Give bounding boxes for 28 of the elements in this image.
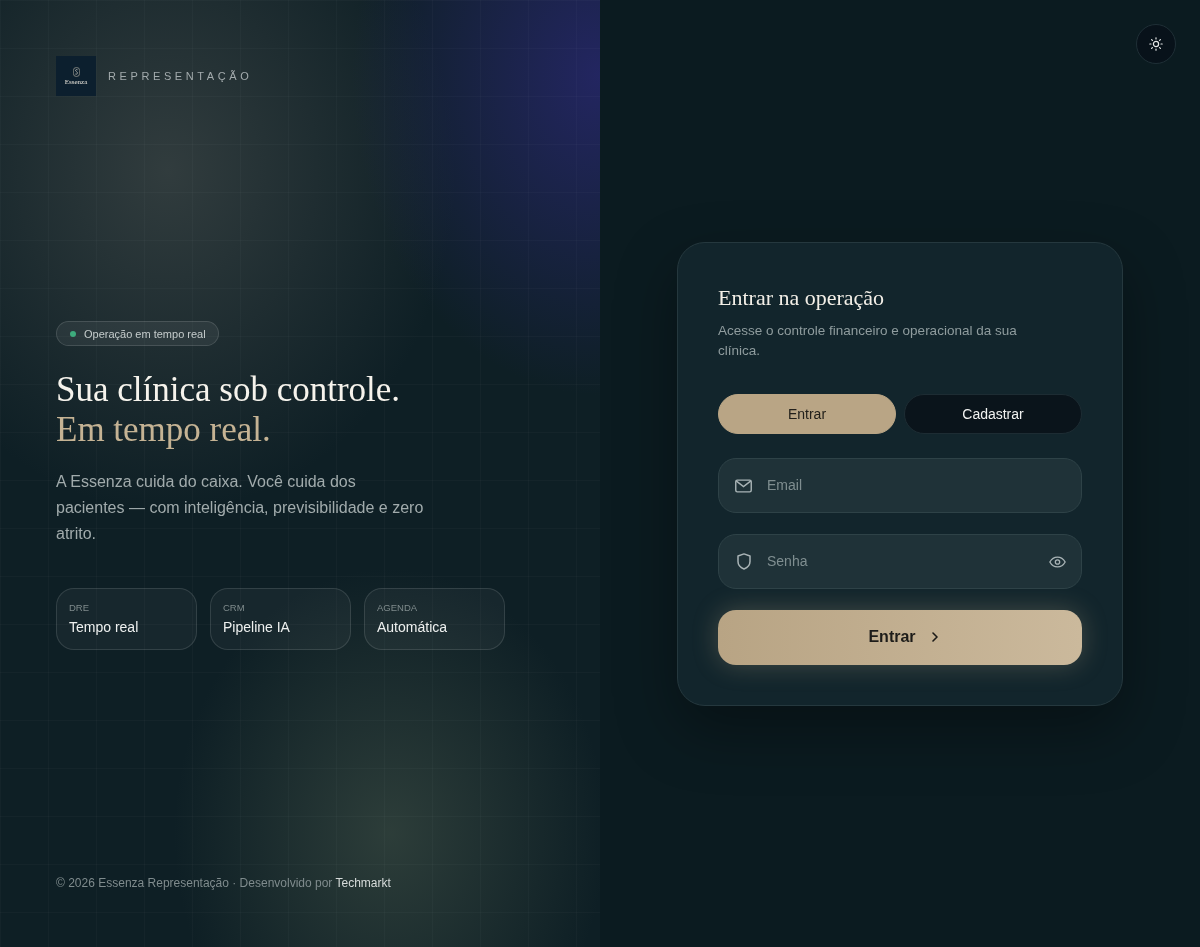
status-label: Operação em tempo real (84, 327, 206, 340)
auth-tab[interactable]: Cadastrar (904, 393, 1082, 434)
footer-link[interactable]: Techmarkt (335, 876, 391, 890)
auth-tab[interactable]: Entrar (718, 393, 896, 434)
password-field[interactable]: Senha (718, 533, 1082, 589)
mail-icon (735, 478, 752, 493)
brand-name: REPRESENTAÇÃO (108, 70, 253, 82)
hero-description: A Essenza cuida do caixa. Você cuida dos pacientes — com inteligência, previsibilidade e zero atrito. (56, 472, 425, 544)
sun-icon (1149, 37, 1163, 51)
feature-value: Tempo real (69, 618, 139, 636)
submit-button[interactable]: Entrar (718, 609, 1082, 665)
theme-toggle-button[interactable] (1136, 24, 1176, 64)
shield-icon (737, 552, 751, 570)
feature-value: Automática (377, 618, 448, 636)
hero-highlight: Em tempo real. (56, 410, 271, 450)
status-dot-icon (70, 330, 76, 337)
eye-icon[interactable] (1049, 555, 1066, 568)
feature-label: DRE (69, 602, 90, 614)
login-title: Entrar na operação (718, 283, 886, 312)
feature-value: Pipeline IA (223, 618, 290, 636)
login-subtitle: Acesse o controle financeiro e operacional da sua clínica. (718, 321, 1018, 360)
chevron-icon (931, 632, 938, 642)
footer-text: © 2026 Essenza Representação · Desenvolvido por Techmarkt (56, 875, 391, 891)
hero-title: Sua clínica sob controle. (56, 370, 401, 410)
feature-label: AGENDA (377, 602, 418, 614)
email-field[interactable]: Email (718, 457, 1082, 513)
emblem-icon (72, 66, 80, 77)
feature-label: CRM (223, 602, 245, 614)
